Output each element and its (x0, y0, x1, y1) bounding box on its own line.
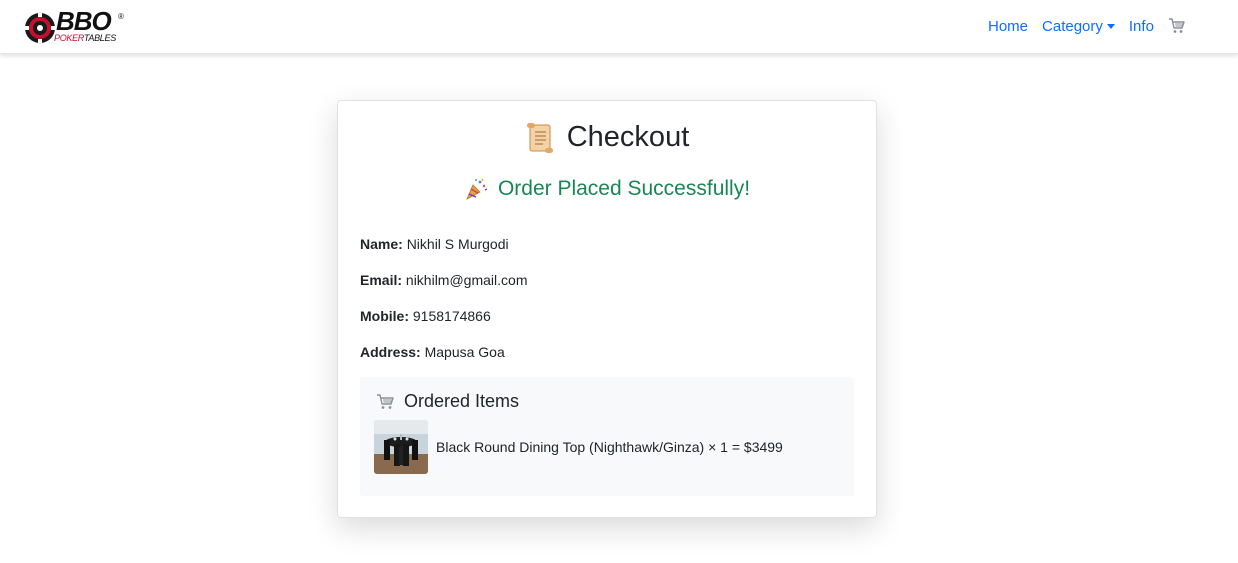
name-value: Nikhil S Murgodi (406, 236, 509, 252)
success-banner: Order Placed Successfully! (338, 177, 876, 201)
cart-icon (377, 393, 394, 409)
logo-subtitle: POKERTABLES (54, 33, 116, 43)
nav-home-link[interactable]: Home (988, 18, 1028, 35)
ordered-item-text: Black Round Dining Top (Nighthawk/Ginza)… (436, 439, 783, 455)
party-popper-icon (466, 178, 488, 200)
checkout-card: Checkout Order Placed Successfully! Name… (337, 100, 877, 518)
nav-links: Home Category Info (988, 17, 1186, 35)
address-field: Address: Mapusa Goa (360, 344, 505, 360)
top-navbar: BBO ® POKERTABLES Home Category Info (0, 0, 1238, 54)
product-thumbnail (374, 420, 428, 474)
list-item: Black Round Dining Top (Nighthawk/Ginza)… (374, 420, 783, 474)
success-message: Order Placed Successfully! (497, 177, 751, 200)
ordered-items-title: Ordered Items (404, 391, 520, 411)
email-label: Email: (360, 272, 403, 288)
name-label: Name: (360, 236, 403, 252)
address-label: Address: (360, 344, 421, 360)
email-value: nikhilm@gmail.com (405, 272, 528, 288)
logo-registered-mark: ® (118, 12, 124, 21)
cart-icon (1168, 18, 1185, 33)
page-title: Checkout (566, 121, 690, 153)
nav-category-label: Category (1042, 17, 1103, 35)
nav-category-dropdown[interactable]: Category (1042, 18, 1115, 35)
caret-down-icon (1106, 23, 1115, 29)
nav-cart-link[interactable] (1168, 17, 1186, 35)
checkout-heading: Checkout (338, 121, 876, 154)
scroll-icon (526, 122, 553, 153)
mobile-value: 9158174866 (412, 308, 491, 324)
brand-logo[interactable]: BBO ® POKERTABLES (22, 6, 126, 46)
mobile-field: Mobile: 9158174866 (360, 308, 491, 324)
ordered-items-panel: Ordered Items Black Round Dining Top (Ni… (360, 377, 854, 496)
email-field: Email: nikhilm@gmail.com (360, 272, 527, 288)
address-value: Mapusa Goa (424, 344, 505, 360)
mobile-label: Mobile: (360, 308, 409, 324)
ordered-items-heading: Ordered Items (376, 391, 519, 412)
nav-info-link[interactable]: Info (1129, 18, 1154, 35)
name-field: Name: Nikhil S Murgodi (360, 236, 509, 252)
